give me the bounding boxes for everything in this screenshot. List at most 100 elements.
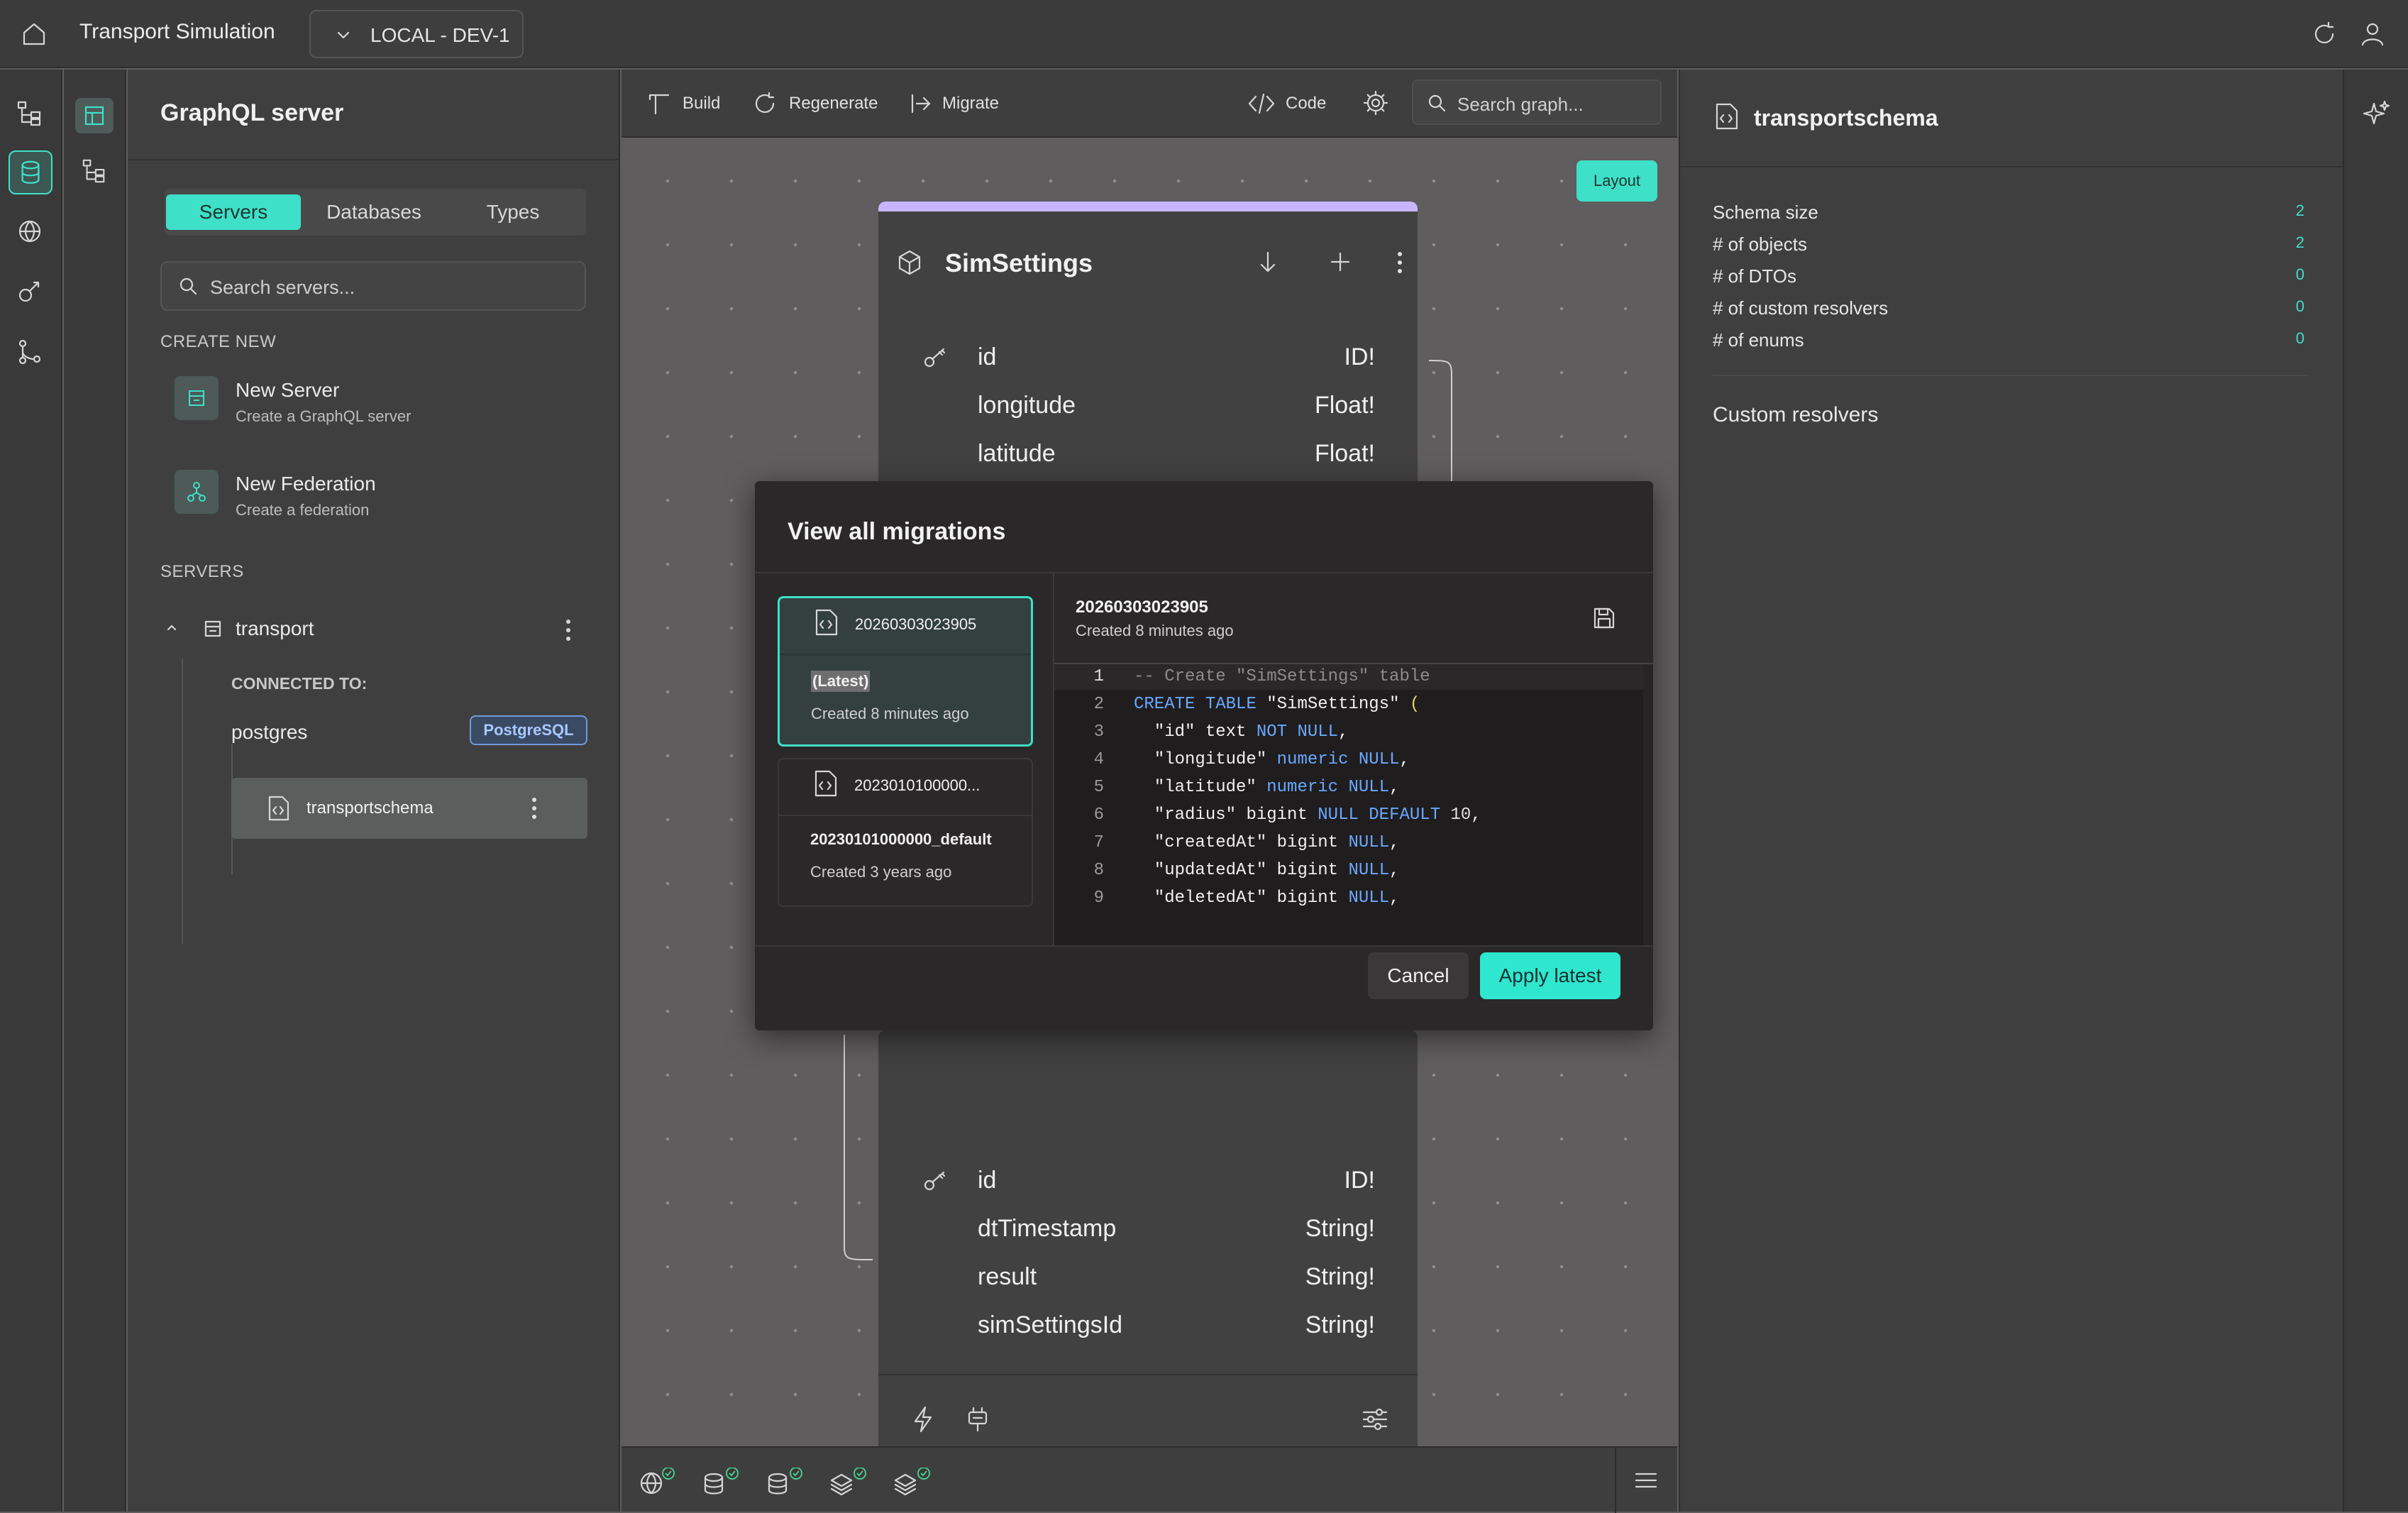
stat-value: 0 (2295, 329, 2304, 347)
chevron-up-icon[interactable] (165, 620, 179, 634)
entity-node-simsettings[interactable]: SimSettings id ID! longitude Float! lati… (878, 202, 1418, 500)
more-vertical-icon[interactable] (529, 795, 539, 822)
code-file-icon (812, 769, 839, 798)
stat-label: # of custom resolvers (1713, 297, 1889, 319)
environment-select[interactable]: LOCAL - DEV-1 (309, 10, 524, 58)
field-type: ID! (1344, 343, 1375, 370)
refresh-icon[interactable] (2310, 20, 2338, 48)
layers-status-icon[interactable] (830, 1468, 867, 1496)
plug-icon[interactable] (965, 1405, 990, 1434)
new-federation-subtitle: Create a federation (236, 501, 370, 519)
regenerate-button[interactable]: Regenerate (752, 89, 894, 118)
search-placeholder: Search servers... (210, 277, 355, 298)
migration-item-selected[interactable]: 20260303023905 (Latest) Created 8 minute… (778, 596, 1033, 747)
status-bar (622, 1446, 1677, 1513)
plus-icon[interactable] (1327, 248, 1354, 275)
arrow-down-icon[interactable] (1254, 248, 1281, 275)
sparkle-icon[interactable] (2363, 99, 2391, 128)
migration-id: 20260303023905 (855, 615, 977, 633)
more-vertical-icon[interactable] (563, 616, 573, 644)
code-line: "deletedAt" bigint NULL, (1154, 888, 1400, 908)
connected-to-label: CONNECTED TO: (231, 674, 368, 693)
graph-toolbar: Build Regenerate Migrate Code Search gra… (622, 70, 1677, 138)
node-header-bar (878, 202, 1418, 211)
federation-icon (175, 470, 219, 514)
database-nav-button[interactable] (9, 150, 53, 194)
tools-icon[interactable] (16, 278, 44, 307)
migration-created: Created 8 minutes ago (811, 705, 969, 722)
field-name: latitude (978, 440, 1056, 467)
dashboard-nav-button[interactable] (75, 98, 114, 133)
code-file-icon (812, 608, 839, 637)
app-title: Transport Simulation (79, 20, 275, 43)
tree-icon[interactable] (16, 99, 44, 128)
field-name: id (978, 1167, 997, 1194)
new-server-subtitle: Create a GraphQL server (236, 407, 412, 425)
field-name: simSettingsId (978, 1311, 1123, 1338)
divider (755, 572, 1653, 573)
tab-databases[interactable]: Databases (306, 194, 441, 230)
tab-types[interactable]: Types (446, 194, 580, 230)
hierarchy-icon[interactable] (81, 158, 108, 185)
build-button[interactable]: Build (647, 89, 746, 118)
stat-label: # of DTOs (1713, 265, 1797, 287)
migration-item[interactable]: 2023010100000... 20230101000000_default … (778, 758, 1033, 907)
menu-icon[interactable] (1633, 1468, 1659, 1493)
database-name: postgres (231, 721, 308, 743)
key-icon (921, 1167, 949, 1195)
migration-id: 2023010100000... (854, 776, 981, 794)
stat-label: # of enums (1713, 329, 1804, 351)
scrollbar[interactable] (1643, 664, 1653, 945)
line-number: 9 (1093, 888, 1104, 908)
home-icon[interactable] (20, 20, 48, 48)
field-name: longitude (978, 392, 1076, 419)
server-row-transport[interactable]: transport (160, 609, 586, 651)
database-status-icon[interactable] (766, 1468, 803, 1496)
lightning-icon[interactable] (911, 1405, 935, 1434)
cancel-button[interactable]: Cancel (1368, 952, 1469, 999)
code-line: "latitude" numeric NULL, (1154, 778, 1400, 797)
code-label: Code (1286, 94, 1327, 113)
code-button[interactable]: Code (1247, 89, 1332, 118)
schema-item[interactable]: transportschema (231, 778, 587, 839)
regenerate-label: Regenerate (789, 94, 878, 113)
migrate-button[interactable]: Migrate (908, 89, 1015, 118)
search-placeholder: Search graph... (1457, 94, 1584, 115)
tree-line (182, 659, 183, 944)
new-server-item[interactable]: New Server Create a GraphQL server (175, 376, 572, 447)
sliders-icon[interactable] (1361, 1405, 1389, 1434)
environment-label: LOCAL - DEV-1 (370, 24, 510, 46)
database-status-icon[interactable] (702, 1468, 739, 1496)
field-type: String! (1305, 1311, 1375, 1338)
divider (128, 159, 620, 160)
gear-icon[interactable] (1362, 89, 1389, 116)
entity-node-result[interactable]: id ID! dtTimestamp String! result String… (878, 1030, 1418, 1459)
cube-icon (895, 248, 924, 277)
globe-icon[interactable] (16, 217, 44, 246)
code-line: "createdAt" bigint NULL, (1154, 833, 1400, 852)
database-type-badge: PostgreSQL (470, 715, 587, 745)
server-icon (203, 619, 223, 639)
divider (1615, 1448, 1616, 1513)
code-line: CREATE TABLE "SimSettings" ( (1134, 695, 1420, 714)
search-graph-input[interactable]: Search graph... (1412, 79, 1662, 125)
more-vertical-icon[interactable] (1395, 248, 1405, 277)
stat-value: 0 (2295, 265, 2304, 283)
line-number: 1 (1093, 667, 1104, 686)
stat-value: 2 (2295, 202, 2304, 219)
globe-status-icon[interactable] (639, 1468, 675, 1496)
layout-button[interactable]: Layout (1576, 160, 1657, 202)
new-federation-item[interactable]: New Federation Create a federation (175, 470, 572, 541)
schema-name: transportschema (306, 798, 433, 818)
apply-latest-button[interactable]: Apply latest (1480, 952, 1620, 999)
tab-servers[interactable]: Servers (166, 194, 301, 230)
top-bar: Transport Simulation LOCAL - DEV-1 (0, 0, 2408, 68)
user-icon[interactable] (2358, 20, 2387, 48)
code-line: "updatedAt" bigint NULL, (1154, 861, 1400, 880)
layers-status-icon[interactable] (894, 1468, 931, 1496)
field-type: Float! (1314, 392, 1375, 419)
git-branch-icon[interactable] (16, 338, 44, 366)
sql-code-viewer[interactable]: 1 2 3 4 5 6 7 8 9 -- Create "SimSettings… (1054, 664, 1653, 945)
save-icon[interactable] (1592, 606, 1616, 630)
search-servers-input[interactable]: Search servers... (160, 261, 586, 311)
